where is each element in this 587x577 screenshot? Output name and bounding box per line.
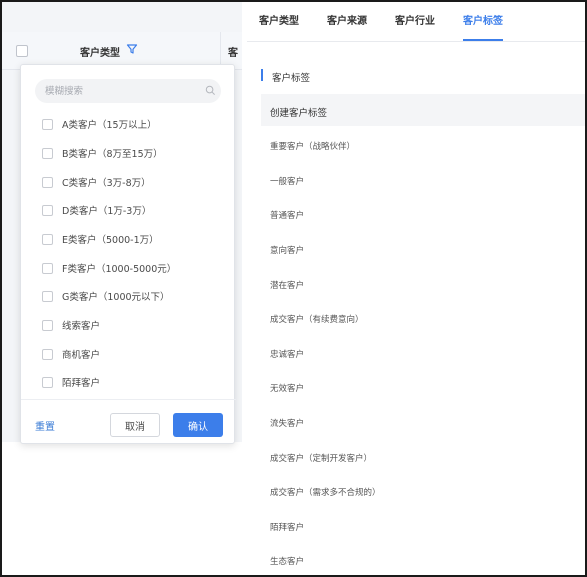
tab-customer-source[interactable]: 客户来源 xyxy=(327,12,367,27)
filter-option-lead[interactable]: 线索客户 xyxy=(42,318,100,332)
column-header-next: 客 xyxy=(228,48,238,59)
select-all-checkbox[interactable] xyxy=(16,45,28,57)
option-label: C类客户（3万-8万） xyxy=(62,178,151,189)
option-label: D类客户（1万-3万） xyxy=(62,206,152,217)
row-link[interactable] xyxy=(234,428,242,437)
tag-item[interactable]: 成交客户（需求多不合规的） xyxy=(270,486,381,498)
tab-customer-industry[interactable]: 客户行业 xyxy=(395,12,435,27)
tag-item[interactable]: 成交客户（有续费意向） xyxy=(270,313,364,325)
tag-item[interactable]: 忠诚客户 xyxy=(270,348,304,360)
screenshot-frame: 客户类型 客 A类客户（15万以上） B类客户（8万至15万） C类客户（3万-… xyxy=(0,0,587,577)
option-checkbox[interactable] xyxy=(42,233,53,245)
option-label: E类客户（5000-1万） xyxy=(62,235,159,246)
settings-tabs: 客户类型 客户来源 客户行业 客户标签 xyxy=(247,2,585,42)
reset-button[interactable]: 重置 xyxy=(35,418,55,433)
customer-type-filter-popup: A类客户（15万以上） B类客户（8万至15万） C类客户（3万-8万） D类客… xyxy=(20,64,236,444)
row-link[interactable] xyxy=(234,88,242,97)
option-checkbox[interactable] xyxy=(42,147,53,159)
filter-option-b[interactable]: B类客户（8万至15万） xyxy=(42,146,163,160)
tag-item[interactable]: 一般客户 xyxy=(270,175,304,187)
filter-option-g[interactable]: G类客户（1000元以下） xyxy=(42,289,170,303)
tag-item[interactable]: 流失客户 xyxy=(270,417,304,429)
filter-option-a[interactable]: A类客户（15万以上） xyxy=(42,117,157,131)
option-label: B类客户（8万至15万） xyxy=(62,149,163,160)
popup-footer-divider xyxy=(21,399,236,400)
option-checkbox[interactable] xyxy=(42,319,53,331)
tab-customer-type[interactable]: 客户类型 xyxy=(259,12,299,27)
create-tag-label[interactable]: 创建客户标签 xyxy=(270,105,327,119)
option-checkbox[interactable] xyxy=(42,204,53,216)
filter-option-d[interactable]: D类客户（1万-3万） xyxy=(42,203,151,217)
row-link[interactable] xyxy=(234,278,242,287)
row-link[interactable] xyxy=(234,354,242,363)
row-link[interactable] xyxy=(234,314,242,323)
option-checkbox[interactable] xyxy=(42,348,53,360)
cancel-button[interactable]: 取消 xyxy=(110,413,160,437)
option-checkbox[interactable] xyxy=(42,290,53,302)
tag-item[interactable]: 潜在客户 xyxy=(270,279,304,291)
row-link[interactable] xyxy=(234,164,242,173)
option-checkbox[interactable] xyxy=(42,376,53,388)
section-title: 客户标签 xyxy=(272,73,311,84)
option-checkbox[interactable] xyxy=(42,118,53,130)
filter-option-f[interactable]: F类客户（1000-5000元） xyxy=(42,261,176,275)
section-accent-bar xyxy=(261,69,263,81)
row-link[interactable] xyxy=(234,128,242,137)
option-label: A类客户（15万以上） xyxy=(62,120,157,131)
option-checkbox[interactable] xyxy=(42,262,53,274)
option-label: F类客户（1000-5000元） xyxy=(62,264,177,275)
filter-search-input[interactable] xyxy=(35,79,221,103)
option-label: G类客户（1000元以下） xyxy=(62,292,170,303)
tag-item[interactable]: 陌拜客户 xyxy=(270,521,304,533)
tag-item[interactable]: 普通客户 xyxy=(270,209,304,221)
row-link[interactable] xyxy=(234,242,242,251)
filter-option-e[interactable]: E类客户（5000-1万） xyxy=(42,232,159,246)
tag-item[interactable]: 生态客户 xyxy=(270,555,304,567)
option-label: 陌拜客户 xyxy=(62,378,101,389)
option-label: 商机客户 xyxy=(62,350,101,361)
active-tab-indicator xyxy=(463,39,503,41)
tag-item[interactable]: 无效客户 xyxy=(270,382,304,394)
search-icon xyxy=(205,85,215,95)
option-label: 线索客户 xyxy=(62,321,101,332)
tag-item[interactable]: 成交客户（定制开发客户） xyxy=(270,452,372,464)
option-checkbox[interactable] xyxy=(42,176,53,188)
tab-customer-tags[interactable]: 客户标签 xyxy=(463,12,503,27)
row-link[interactable] xyxy=(234,202,242,211)
tag-item[interactable]: 意向客户 xyxy=(270,244,304,256)
confirm-button[interactable]: 确认 xyxy=(173,413,223,437)
filter-icon[interactable] xyxy=(126,43,138,55)
filter-option-c[interactable]: C类客户（3万-8万） xyxy=(42,175,151,189)
filter-option-cold-visit[interactable]: 陌拜客户 xyxy=(42,375,100,389)
column-header-customer-type: 客户类型 xyxy=(80,48,120,59)
tag-item[interactable]: 重要客户（战略伙伴） xyxy=(270,140,355,152)
filter-option-opportunity[interactable]: 商机客户 xyxy=(42,347,100,361)
